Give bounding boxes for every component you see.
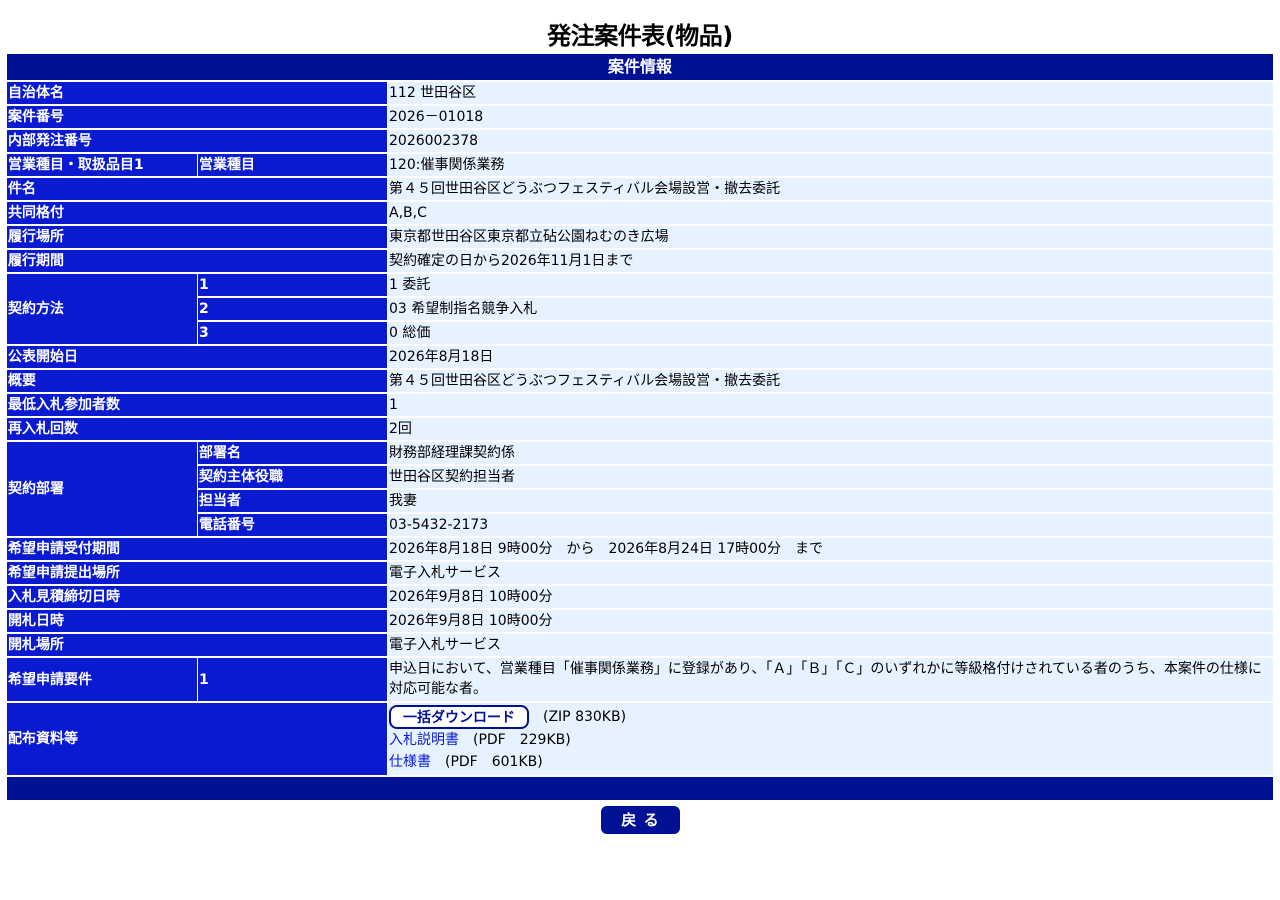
bulk-download-button[interactable]: 一括ダウンロード xyxy=(389,705,529,729)
row-period: 履行期間 契約確定の日から2026年11月1日まで xyxy=(7,250,1274,274)
row-joint-rating: 共同格付 A,B,C xyxy=(7,202,1274,226)
row-contract-principal: 契約主体役職 世田谷区契約担当者 xyxy=(7,466,1274,490)
row-application-requirements: 希望申請要件 1 申込日において、営業種目「催事関係業務」に登録があり、「Ａ」「… xyxy=(7,658,1274,703)
row-bid-deadline: 入札見積締切日時 2026年9月8日 10時00分 xyxy=(7,586,1274,610)
footer-bar xyxy=(7,777,1274,802)
row-place: 履行場所 東京都世田谷区東京都立砧公園ねむのき広場 xyxy=(7,226,1274,250)
value-application-requirements: 申込日において、営業種目「催事関係業務」に登録があり、「Ａ」「Ｂ」「Ｃ」のいずれ… xyxy=(387,658,1274,703)
value-period: 契約確定の日から2026年11月1日まで xyxy=(387,250,1274,274)
document-link-specification[interactable]: 仕様書 xyxy=(389,754,431,770)
label-publish-date: 公表開始日 xyxy=(7,346,387,370)
value-case-number: 2026－01018 xyxy=(387,106,1274,130)
value-min-bidders: 1 xyxy=(387,394,1274,418)
label-application-requirements: 希望申請要件 xyxy=(7,658,197,703)
row-department-name: 契約部署 部署名 財務部経理課契約係 xyxy=(7,442,1274,538)
label-contract-department: 契約部署 xyxy=(7,442,197,538)
document-meta-bid-explanation: (PDF 229KB) xyxy=(473,732,571,748)
label-internal-order-number: 内部発注番号 xyxy=(7,130,387,154)
label-rebid-count: 再入札回数 xyxy=(7,418,387,442)
value-person-in-charge: 我妻 xyxy=(387,490,1274,514)
value-phone-number: 03-5432-2173 xyxy=(387,514,1274,538)
case-info-table: 案件情報 自治体名 112 世田谷区 案件番号 2026－01018 内部発注番… xyxy=(7,54,1274,802)
row-contract-method-2: 2 03 希望制指名競争入札 xyxy=(7,298,1274,322)
row-business-category: 営業種目・取扱品目1 営業種目 120:催事関係業務 xyxy=(7,154,1274,178)
value-opening-datetime: 2026年9月8日 10時00分 xyxy=(387,610,1274,634)
row-subject: 件名 第４５回世田谷区どうぶつフェスティバル会場設営・撤去委託 xyxy=(7,178,1274,202)
sublabel-person-in-charge: 担当者 xyxy=(197,490,387,514)
label-opening-place: 開札場所 xyxy=(7,634,387,658)
application-requirements-num: 1 xyxy=(197,658,387,703)
value-subject: 第４５回世田谷区どうぶつフェスティバル会場設営・撤去委託 xyxy=(387,178,1274,202)
contract-method-value-2: 03 希望制指名競争入札 xyxy=(387,298,1274,322)
value-joint-rating: A,B,C xyxy=(387,202,1274,226)
row-contract-method-3: 3 0 総価 xyxy=(7,322,1274,346)
label-joint-rating: 共同格付 xyxy=(7,202,387,226)
value-municipality: 112 世田谷区 xyxy=(387,82,1274,106)
row-rebid-count: 再入札回数 2回 xyxy=(7,418,1274,442)
value-summary: 第４５回世田谷区どうぶつフェスティバル会場設営・撤去委託 xyxy=(387,370,1274,394)
row-phone-number: 電話番号 03-5432-2173 xyxy=(7,514,1274,538)
document-line-bid-explanation: 入札説明書 (PDF 229KB) xyxy=(389,729,1272,751)
contract-method-num-3: 3 xyxy=(197,322,387,346)
row-documents: 配布資料等 一括ダウンロード (ZIP 830KB) 入札説明書 (PDF 229K… xyxy=(7,703,1274,777)
value-publish-date: 2026年8月18日 xyxy=(387,346,1274,370)
row-summary: 概要 第４５回世田谷区どうぶつフェスティバル会場設営・撤去委託 xyxy=(7,370,1274,394)
contract-method-num-2: 2 xyxy=(197,298,387,322)
contract-method-value-3: 0 総価 xyxy=(387,322,1274,346)
row-publish-date: 公表開始日 2026年8月18日 xyxy=(7,346,1274,370)
contract-method-value-1: 1 委託 xyxy=(387,274,1274,298)
row-municipality: 自治体名 112 世田谷区 xyxy=(7,82,1274,106)
label-contract-method: 契約方法 xyxy=(7,274,197,346)
label-period: 履行期間 xyxy=(7,250,387,274)
value-application-period: 2026年8月18日 9時00分 から 2026年8月24日 17時00分 まで xyxy=(387,538,1274,562)
label-subject: 件名 xyxy=(7,178,387,202)
row-opening-place: 開札場所 電子入札サービス xyxy=(7,634,1274,658)
label-application-period: 希望申請受付期間 xyxy=(7,538,387,562)
label-application-place: 希望申請提出場所 xyxy=(7,562,387,586)
value-contract-principal: 世田谷区契約担当者 xyxy=(387,466,1274,490)
row-opening-datetime: 開札日時 2026年9月8日 10時00分 xyxy=(7,610,1274,634)
label-business-category: 営業種目・取扱品目1 xyxy=(7,154,197,178)
back-button[interactable]: 戻 る xyxy=(601,806,680,834)
contract-method-num-1: 1 xyxy=(197,274,387,298)
label-opening-datetime: 開札日時 xyxy=(7,610,387,634)
label-summary: 概要 xyxy=(7,370,387,394)
value-documents: 一括ダウンロード (ZIP 830KB) 入札説明書 (PDF 229KB) 仕様書… xyxy=(387,703,1274,777)
value-rebid-count: 2回 xyxy=(387,418,1274,442)
document-line-specification: 仕様書 (PDF 601KB) xyxy=(389,751,1272,773)
label-documents: 配布資料等 xyxy=(7,703,387,777)
row-application-place: 希望申請提出場所 電子入札サービス xyxy=(7,562,1274,586)
value-department-name: 財務部経理課契約係 xyxy=(387,442,1274,466)
bulk-download-meta: (ZIP 830KB) xyxy=(543,709,627,725)
section-header: 案件情報 xyxy=(7,54,1274,82)
label-min-bidders: 最低入札参加者数 xyxy=(7,394,387,418)
row-min-bidders: 最低入札参加者数 1 xyxy=(7,394,1274,418)
label-case-number: 案件番号 xyxy=(7,106,387,130)
sublabel-business-category: 営業種目 xyxy=(197,154,387,178)
section-header-row: 案件情報 xyxy=(7,54,1274,82)
footer-row xyxy=(7,777,1274,802)
value-opening-place: 電子入札サービス xyxy=(387,634,1274,658)
sublabel-phone-number: 電話番号 xyxy=(197,514,387,538)
page-title: 発注案件表(物品) xyxy=(547,22,733,50)
value-internal-order-number: 2026002378 xyxy=(387,130,1274,154)
label-bid-deadline: 入札見積締切日時 xyxy=(7,586,387,610)
row-contract-method-1: 契約方法 1 1 委託 xyxy=(7,274,1274,346)
row-application-period: 希望申請受付期間 2026年8月18日 9時00分 から 2026年8月24日 … xyxy=(7,538,1274,562)
value-place: 東京都世田谷区東京都立砧公園ねむのき広場 xyxy=(387,226,1274,250)
value-application-place: 電子入札サービス xyxy=(387,562,1274,586)
value-bid-deadline: 2026年9月8日 10時00分 xyxy=(387,586,1274,610)
bulk-download-line: 一括ダウンロード (ZIP 830KB) xyxy=(389,705,1272,729)
row-person-in-charge: 担当者 我妻 xyxy=(7,490,1274,514)
document-meta-specification: (PDF 601KB) xyxy=(445,754,543,770)
row-internal-order-number: 内部発注番号 2026002378 xyxy=(7,130,1274,154)
document-link-bid-explanation[interactable]: 入札説明書 xyxy=(389,732,459,748)
value-business-category: 120:催事関係業務 xyxy=(387,154,1274,178)
sublabel-department-name: 部署名 xyxy=(197,442,387,466)
label-municipality: 自治体名 xyxy=(7,82,387,106)
label-place: 履行場所 xyxy=(7,226,387,250)
row-case-number: 案件番号 2026－01018 xyxy=(7,106,1274,130)
page: 発注案件表(物品) 案件情報 自治体名 112 世田谷区 案件番号 2026－0… xyxy=(0,0,1280,900)
sublabel-contract-principal: 契約主体役職 xyxy=(197,466,387,490)
